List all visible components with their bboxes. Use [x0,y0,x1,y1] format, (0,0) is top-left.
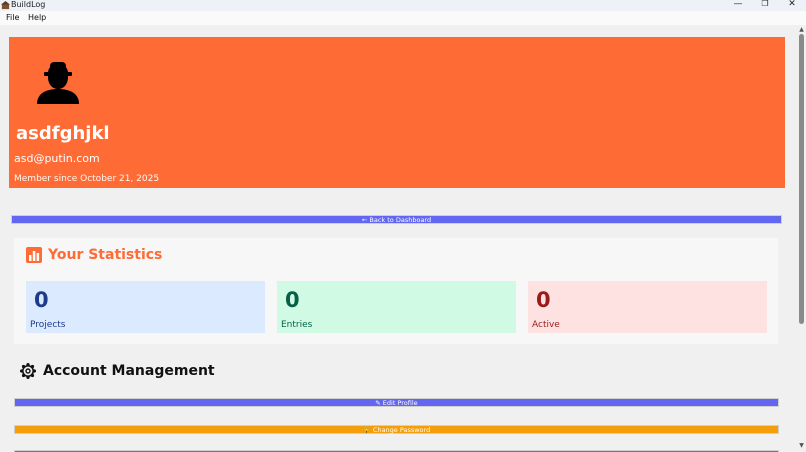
menu-help[interactable]: Help [26,12,48,24]
stat-label: Active [532,320,560,330]
stat-value: 0 [34,288,49,312]
profile-member-since: Member since October 21, 2025 [14,174,160,184]
menu-bar: File Help [0,11,806,25]
stat-label: Entries [281,320,313,330]
minimize-button[interactable]: — [725,0,751,10]
stat-value: 0 [285,288,300,312]
statistics-title: Your Statistics [48,247,163,263]
profile-page: asdfghjkl asd@putin.com Member since Oct… [0,25,796,452]
bar-chart-icon [26,247,42,263]
menu-file[interactable]: File [4,12,21,24]
stat-label: Projects [30,320,66,330]
app-icon [1,1,10,10]
stat-card-active: 0 Active [528,281,767,333]
title-bar: BuildLog — ❐ ✕ [0,0,806,11]
scrollbar-thumb[interactable] [799,34,804,324]
profile-header: asdfghjkl asd@putin.com Member since Oct… [9,37,785,188]
stat-value: 0 [536,288,551,312]
gear-icon [20,363,36,379]
window-title: BuildLog [11,0,46,9]
user-avatar-icon [37,62,79,104]
close-button[interactable]: ✕ [779,0,805,10]
edit-profile-button[interactable]: ✎ Edit Profile [14,398,779,407]
back-to-dashboard-button[interactable]: ← Back to Dashboard [11,215,782,224]
maximize-button[interactable]: ❐ [752,0,778,10]
scroll-up-arrow-icon[interactable]: ▲ [797,26,806,34]
statistics-panel: Your Statistics 0 Projects 0 Entries 0 A… [14,238,778,344]
scroll-down-arrow-icon[interactable]: ▼ [797,442,806,450]
profile-username: asdfghjkl [16,123,110,144]
stat-card-projects: 0 Projects [26,281,265,333]
stat-card-entries: 0 Entries [277,281,516,333]
profile-email: asd@putin.com [14,152,100,165]
account-management-title: Account Management [43,363,215,379]
vertical-scrollbar[interactable]: ▲ ▼ [797,25,806,452]
change-password-button[interactable]: 🔒 Change Password [14,425,779,434]
